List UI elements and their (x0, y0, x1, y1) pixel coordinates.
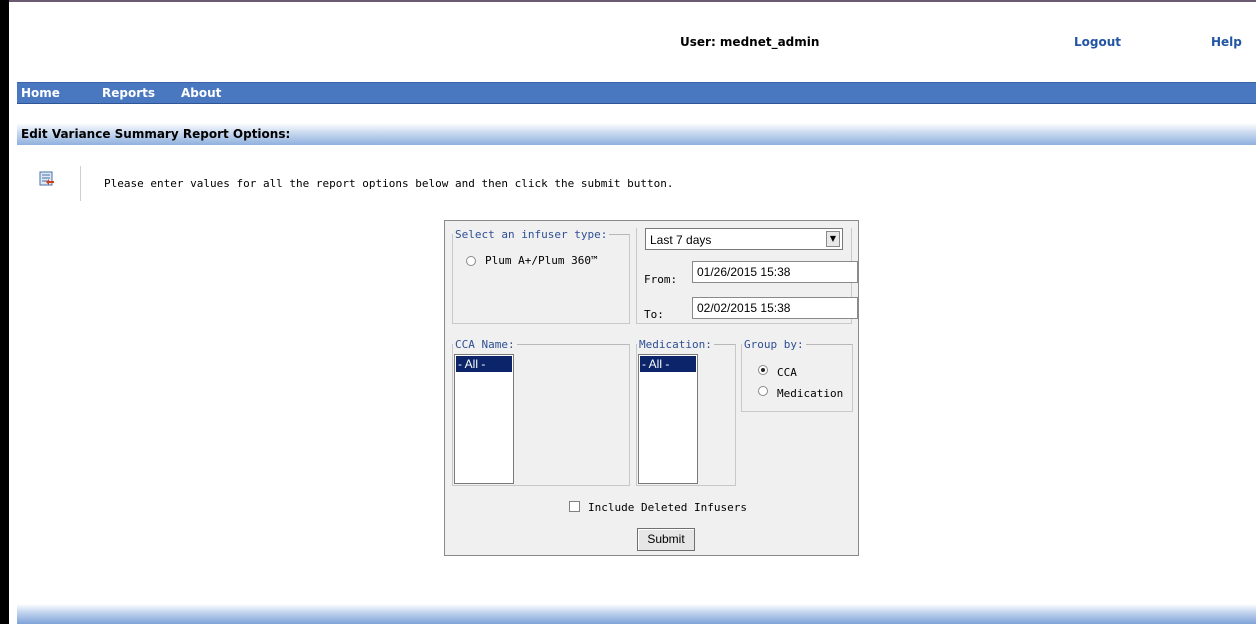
footer-bar (17, 604, 1256, 624)
to-date-field[interactable]: 02/02/2015 15:38 (692, 297, 858, 319)
to-label: To: (644, 308, 664, 321)
date-range-value: Last 7 days (650, 233, 712, 247)
from-date-field[interactable]: 01/26/2015 15:38 (692, 261, 858, 283)
infuser-type-fieldset: Select an infuser type: (452, 228, 630, 324)
cca-name-legend: CCA Name: (455, 338, 515, 351)
date-range-select[interactable]: Last 7 days ▼ (645, 228, 843, 250)
top-border (9, 0, 1256, 2)
nav-item-home[interactable]: Home (21, 86, 60, 100)
instructions-divider (80, 166, 81, 201)
section-header: Edit Variance Summary Report Options: (17, 123, 1256, 145)
include-deleted-checkbox[interactable] (569, 501, 580, 512)
group-by-cca-label: CCA (777, 366, 797, 379)
include-deleted-label: Include Deleted Infusers (588, 501, 747, 514)
left-border (0, 0, 9, 624)
nav-item-reports[interactable]: Reports (102, 86, 155, 100)
cca-name-listbox[interactable]: - All - (454, 354, 514, 484)
nav-bar: Home Reports About (17, 82, 1256, 104)
page-title: Edit Variance Summary Report Options: (21, 127, 291, 141)
medication-listbox[interactable]: - All - (638, 354, 698, 484)
group-by-fieldset: Group by: (741, 338, 853, 412)
report-options-icon (39, 171, 54, 186)
group-by-legend: Group by: (744, 338, 804, 351)
group-by-radio-medication[interactable] (758, 386, 768, 396)
help-link[interactable]: Help (1211, 35, 1242, 49)
infuser-radio-plum[interactable] (466, 256, 476, 266)
medication-option-all[interactable]: - All - (640, 356, 696, 372)
nav-item-about[interactable]: About (181, 86, 221, 100)
instructions-text: Please enter values for all the report o… (104, 177, 674, 190)
cca-option-all[interactable]: - All - (456, 356, 512, 372)
medication-legend: Medication: (639, 338, 712, 351)
from-label: From: (644, 273, 678, 286)
logout-link[interactable]: Logout (1074, 35, 1121, 49)
infuser-type-legend: Select an infuser type: (455, 228, 608, 241)
group-by-medication-label: Medication (777, 387, 844, 400)
infuser-option-label: Plum A+/Plum 360™ (485, 254, 598, 267)
group-by-radio-cca[interactable] (758, 365, 768, 375)
current-user: User: mednet_admin (680, 35, 820, 49)
chevron-down-icon[interactable]: ▼ (826, 231, 840, 247)
submit-button[interactable]: Submit (637, 528, 695, 551)
